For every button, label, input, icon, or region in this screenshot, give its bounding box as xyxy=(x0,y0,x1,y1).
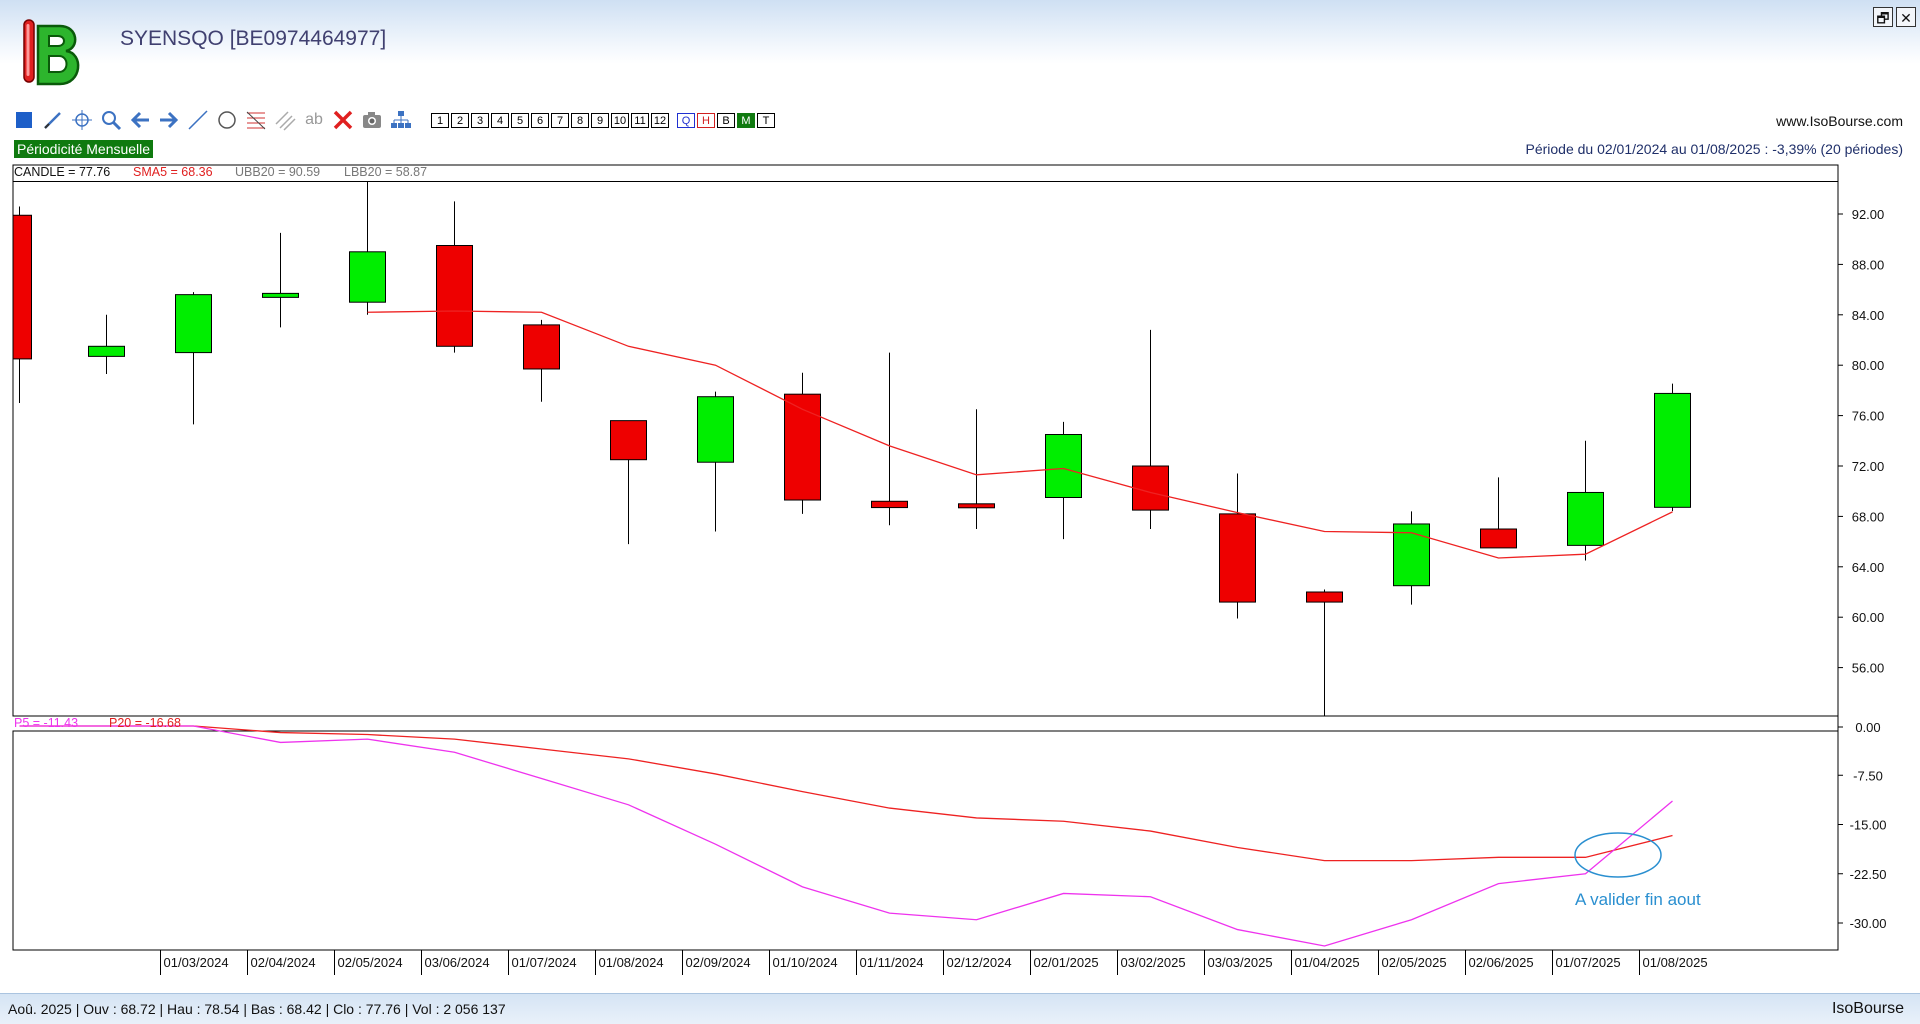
x-tick-label: 02/09/2024 xyxy=(686,955,751,970)
candle-body xyxy=(697,396,734,463)
p5-line xyxy=(19,725,1673,947)
x-tick-label: 03/03/2025 xyxy=(1208,955,1273,970)
y-tick-label: 60.00 xyxy=(1852,610,1885,625)
legend-p5: P5 = -11.43 xyxy=(14,716,79,730)
y-tick-label: 64.00 xyxy=(1852,560,1885,575)
x-tick-label: 01/08/2025 xyxy=(1643,955,1708,970)
sma5-line xyxy=(367,310,1673,559)
status-summary: Aoû. 2025 | Ouv : 68.72 | Hau : 78.54 | … xyxy=(8,1001,506,1017)
candle-body xyxy=(1567,491,1604,546)
y-tick-label: 72.00 xyxy=(1852,459,1885,474)
candle-body xyxy=(349,251,386,303)
legend-p20: P20 = -16.68 xyxy=(109,716,181,730)
y-tick-label: 56.00 xyxy=(1852,661,1885,676)
x-tick-label: 01/07/2024 xyxy=(512,955,577,970)
candle-body xyxy=(436,245,473,347)
p20-line xyxy=(19,725,1673,862)
x-tick-label: 03/02/2025 xyxy=(1121,955,1186,970)
annotation-text: A valider fin aout xyxy=(1575,890,1701,909)
main-panel-frame xyxy=(12,164,1839,717)
candle-body xyxy=(958,503,995,509)
candle-body xyxy=(523,324,560,370)
status-bar: Aoû. 2025 | Ouv : 68.72 | Hau : 78.54 | … xyxy=(0,993,1920,1024)
y-tick-label: 88.00 xyxy=(1852,257,1885,272)
osc-y-tick-label: -30.00 xyxy=(1850,916,1887,931)
osc-y-tick-label: -22.50 xyxy=(1850,867,1887,882)
candle-body xyxy=(88,345,125,357)
status-brand: IsoBourse xyxy=(1831,1000,1904,1017)
candle-body xyxy=(1219,513,1256,603)
candle-body xyxy=(871,500,908,509)
x-tick-label: 02/01/2025 xyxy=(1034,955,1099,970)
x-tick-label: 01/10/2024 xyxy=(773,955,838,970)
y-tick-label: 92.00 xyxy=(1852,207,1885,222)
x-tick-label: 01/11/2024 xyxy=(860,955,924,970)
candle-body xyxy=(1654,392,1691,508)
candle-body xyxy=(1306,591,1343,603)
x-tick-label: 01/08/2024 xyxy=(599,955,664,970)
x-tick-label: 02/05/2025 xyxy=(1382,955,1447,970)
candle-body xyxy=(175,294,212,354)
osc-y-tick-label: -15.00 xyxy=(1850,818,1887,833)
candle-body xyxy=(1045,434,1082,498)
candle-body xyxy=(1480,528,1517,549)
x-tick-label: 01/04/2025 xyxy=(1295,955,1360,970)
candle-body xyxy=(12,214,32,360)
y-tick-label: 68.00 xyxy=(1852,509,1885,524)
price-chart[interactable]: 92.00 88.00 84.00 80.00 76.00 72.00 68.00 64.00… xyxy=(0,0,1920,993)
osc-y-tick-label: -7.50 xyxy=(1853,768,1883,783)
x-tick-label: 02/12/2024 xyxy=(947,955,1012,970)
x-tick-label: 01/07/2025 xyxy=(1556,955,1621,970)
y-tick-label: 84.00 xyxy=(1852,308,1885,323)
oscillator-panel-frame xyxy=(12,730,1839,951)
x-tick-label: 01/03/2024 xyxy=(164,955,229,970)
x-tick-label: 03/06/2024 xyxy=(425,955,490,970)
candle-body xyxy=(262,292,299,298)
y-tick-label: 0.00 xyxy=(1855,720,1880,735)
y-tick-label: 76.00 xyxy=(1852,409,1885,424)
annotation-ellipse xyxy=(1574,832,1662,878)
x-tick-label: 02/06/2025 xyxy=(1469,955,1534,970)
x-tick-label: 02/05/2024 xyxy=(338,955,403,970)
y-tick-label: 80.00 xyxy=(1852,358,1885,373)
candle-body xyxy=(784,393,821,501)
candle-body xyxy=(610,420,647,461)
x-tick-label: 02/04/2024 xyxy=(251,955,316,970)
candle-body xyxy=(1132,465,1169,511)
